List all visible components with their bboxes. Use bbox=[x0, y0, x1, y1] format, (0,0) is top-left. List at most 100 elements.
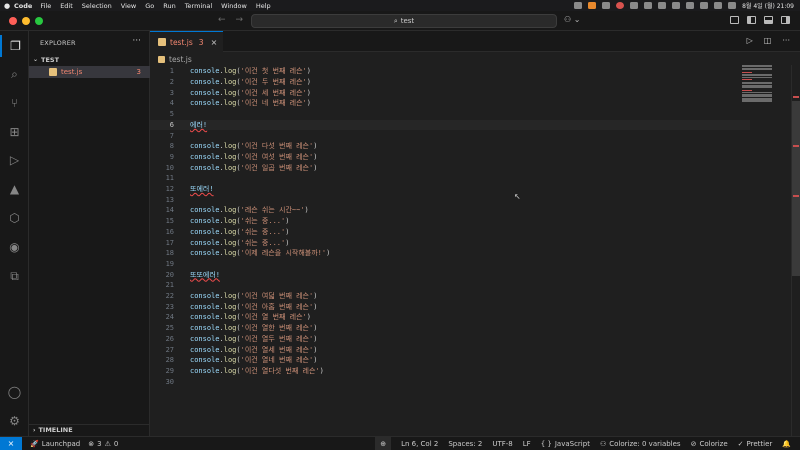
language-mode[interactable]: { } JavaScript bbox=[541, 440, 590, 448]
code-line[interactable]: 18 console.log('이제 레슨을 시작해볼까!') bbox=[150, 248, 750, 259]
code-line[interactable]: 14 console.log('레슨 쉬는 시간~~') bbox=[150, 205, 750, 216]
code-line[interactable]: 11 bbox=[150, 173, 750, 184]
customize-layout-icon[interactable] bbox=[730, 16, 739, 24]
close-icon[interactable]: × bbox=[211, 38, 218, 47]
app-status-icon[interactable] bbox=[588, 2, 597, 9]
code-line[interactable]: 16 console.log('쉬는 중...') bbox=[150, 227, 750, 238]
menu-app-name[interactable]: Code bbox=[14, 2, 32, 10]
code-line[interactable]: 8 console.log('이건 다섯 번째 레슨') bbox=[150, 141, 750, 152]
remote-indicator-icon[interactable]: ⨯ bbox=[0, 436, 22, 450]
source-control-icon[interactable]: ⑂ bbox=[0, 92, 29, 114]
code-line[interactable]: 20 또또에러! bbox=[150, 269, 750, 280]
menu-window[interactable]: Window bbox=[221, 2, 247, 10]
overview-ruler[interactable] bbox=[791, 65, 800, 436]
menu-terminal[interactable]: Terminal bbox=[185, 2, 212, 10]
copilot-icon[interactable]: ⚇ ⌄ bbox=[564, 15, 580, 24]
menu-go[interactable]: Go bbox=[145, 2, 154, 10]
run-icon[interactable]: ▷ bbox=[747, 36, 753, 45]
wifi-icon[interactable] bbox=[700, 2, 709, 9]
code-line[interactable]: 29 console.log('이건 열다섯 번째 레슨') bbox=[150, 366, 750, 377]
remote-explorer-icon[interactable]: ⧉ bbox=[0, 265, 29, 287]
code-line[interactable]: 17 console.log('쉬는 중...') bbox=[150, 237, 750, 248]
timeline-section[interactable]: › TIMELINE bbox=[29, 424, 150, 435]
indentation[interactable]: Spaces: 2 bbox=[448, 440, 482, 448]
split-editor-icon[interactable]: ◫ bbox=[764, 36, 772, 45]
account-icon[interactable]: ◯ bbox=[0, 381, 29, 403]
bluetooth-icon[interactable] bbox=[658, 2, 667, 9]
code-line[interactable]: 13 bbox=[150, 194, 750, 205]
minimize-window-button[interactable] bbox=[22, 17, 30, 25]
spotlight-icon[interactable] bbox=[714, 2, 723, 9]
colorize-variables[interactable]: ⚇ Colorize: 0 variables bbox=[600, 440, 681, 448]
code-line[interactable]: 22 console.log('이건 여덟 번째 레슨') bbox=[150, 291, 750, 302]
tray-icon[interactable] bbox=[602, 2, 611, 9]
tray-icon-2[interactable] bbox=[630, 2, 639, 9]
scrollbar-thumb[interactable] bbox=[792, 101, 800, 276]
code-line[interactable]: 19 bbox=[150, 259, 750, 270]
code-line[interactable]: 21 bbox=[150, 280, 750, 291]
code-line[interactable]: 4 console.log('이건 네 번째 레슨') bbox=[150, 98, 750, 109]
code-line[interactable]: 26 console.log('이건 열두 번째 레슨') bbox=[150, 334, 750, 345]
workspace-folder[interactable]: ⌄ TEST bbox=[29, 54, 150, 65]
forward-arrow-icon[interactable]: → bbox=[236, 15, 244, 25]
end-of-line[interactable]: LF bbox=[523, 440, 531, 448]
error-marker[interactable] bbox=[793, 195, 799, 197]
code-line[interactable]: 24 console.log('이건 열 번째 레슨') bbox=[150, 312, 750, 323]
close-window-button[interactable] bbox=[9, 17, 17, 25]
bell-icon[interactable]: 🔔 bbox=[782, 440, 791, 448]
run-debug-icon[interactable]: ▷ bbox=[0, 149, 29, 171]
search-view-icon[interactable]: ⌕ bbox=[0, 63, 29, 85]
menu-view[interactable]: View bbox=[121, 2, 136, 10]
code-line[interactable]: 25 console.log('이건 열한 번째 레슨') bbox=[150, 323, 750, 334]
menu-clock[interactable]: 8월 4일 (월) 21:09 bbox=[742, 1, 794, 10]
control-center-icon[interactable] bbox=[728, 2, 737, 9]
command-center-search[interactable]: ⌕ test bbox=[251, 14, 557, 28]
code-line[interactable]: 9 console.log('이건 여섯 번째 레슨') bbox=[150, 152, 750, 163]
colorize-toggle[interactable]: ⊘ Colorize bbox=[691, 440, 728, 448]
code-line[interactable]: 3 console.log('이건 세 번째 레슨') bbox=[150, 87, 750, 98]
code-line[interactable]: 12 또에러! bbox=[150, 184, 750, 195]
apple-icon[interactable]: ● bbox=[0, 2, 14, 10]
record-icon[interactable] bbox=[574, 2, 583, 9]
code-line[interactable]: 28 console.log('이건 열네 번째 레슨') bbox=[150, 355, 750, 366]
menu-file[interactable]: File bbox=[40, 2, 51, 10]
input-source-icon[interactable] bbox=[672, 2, 681, 9]
git-graph-icon[interactable]: ◉ bbox=[0, 236, 29, 258]
toggle-panel-icon[interactable] bbox=[764, 16, 773, 24]
gear-icon[interactable]: ⚙ bbox=[0, 410, 29, 432]
toggle-secondary-sidebar-icon[interactable] bbox=[781, 16, 790, 24]
notification-icon[interactable] bbox=[616, 2, 625, 9]
file-item-test-js[interactable]: test.js 3 bbox=[29, 66, 150, 78]
menu-help[interactable]: Help bbox=[256, 2, 271, 10]
deploy-icon[interactable]: ▲ bbox=[0, 178, 29, 200]
battery-icon[interactable] bbox=[686, 2, 695, 9]
more-actions-icon[interactable]: ··· bbox=[782, 36, 790, 45]
menu-edit[interactable]: Edit bbox=[60, 2, 73, 10]
code-editor[interactable]: 1 console.log('이건 첫 번째 레슨') 2 console.log('… bbox=[150, 65, 800, 436]
toggle-primary-sidebar-icon[interactable] bbox=[747, 16, 756, 24]
code-line[interactable]: 23 console.log('이건 아홉 번째 레슨') bbox=[150, 301, 750, 312]
encoding[interactable]: UTF-8 bbox=[492, 440, 512, 448]
code-line[interactable]: 6 에러! bbox=[150, 119, 750, 131]
code-line[interactable]: 7 bbox=[150, 130, 750, 141]
code-line[interactable]: 1 console.log('이건 첫 번째 레슨') bbox=[150, 66, 750, 77]
zoom-window-button[interactable] bbox=[35, 17, 43, 25]
zoom-icon[interactable]: ⊕ bbox=[375, 436, 392, 450]
problems-item[interactable]: ⊗ 3 ⚠ 0 bbox=[88, 440, 118, 448]
code-line[interactable]: 30 bbox=[150, 376, 750, 387]
back-arrow-icon[interactable]: ← bbox=[218, 15, 226, 25]
error-marker[interactable] bbox=[793, 96, 799, 98]
code-line[interactable]: 5 bbox=[150, 109, 750, 120]
launchpad-item[interactable]: 🚀 Launchpad bbox=[30, 440, 80, 448]
tray-icon-3[interactable] bbox=[644, 2, 653, 9]
menu-run[interactable]: Run bbox=[163, 2, 175, 10]
cursor-position[interactable]: Ln 6, Col 2 bbox=[401, 440, 438, 448]
code-line[interactable]: 27 console.log('이건 열세 번째 레슨') bbox=[150, 344, 750, 355]
tab-test-js[interactable]: test.js 3 × bbox=[150, 31, 223, 52]
explorer-icon[interactable]: ❐ bbox=[0, 35, 29, 57]
minimap[interactable] bbox=[742, 65, 786, 105]
extensions-icon[interactable]: ⊞ bbox=[0, 121, 29, 143]
error-marker[interactable] bbox=[793, 145, 799, 147]
code-line[interactable]: 10 console.log('이건 일곱 번째 레슨') bbox=[150, 162, 750, 173]
breadcrumb-file[interactable]: test.js bbox=[169, 55, 192, 64]
